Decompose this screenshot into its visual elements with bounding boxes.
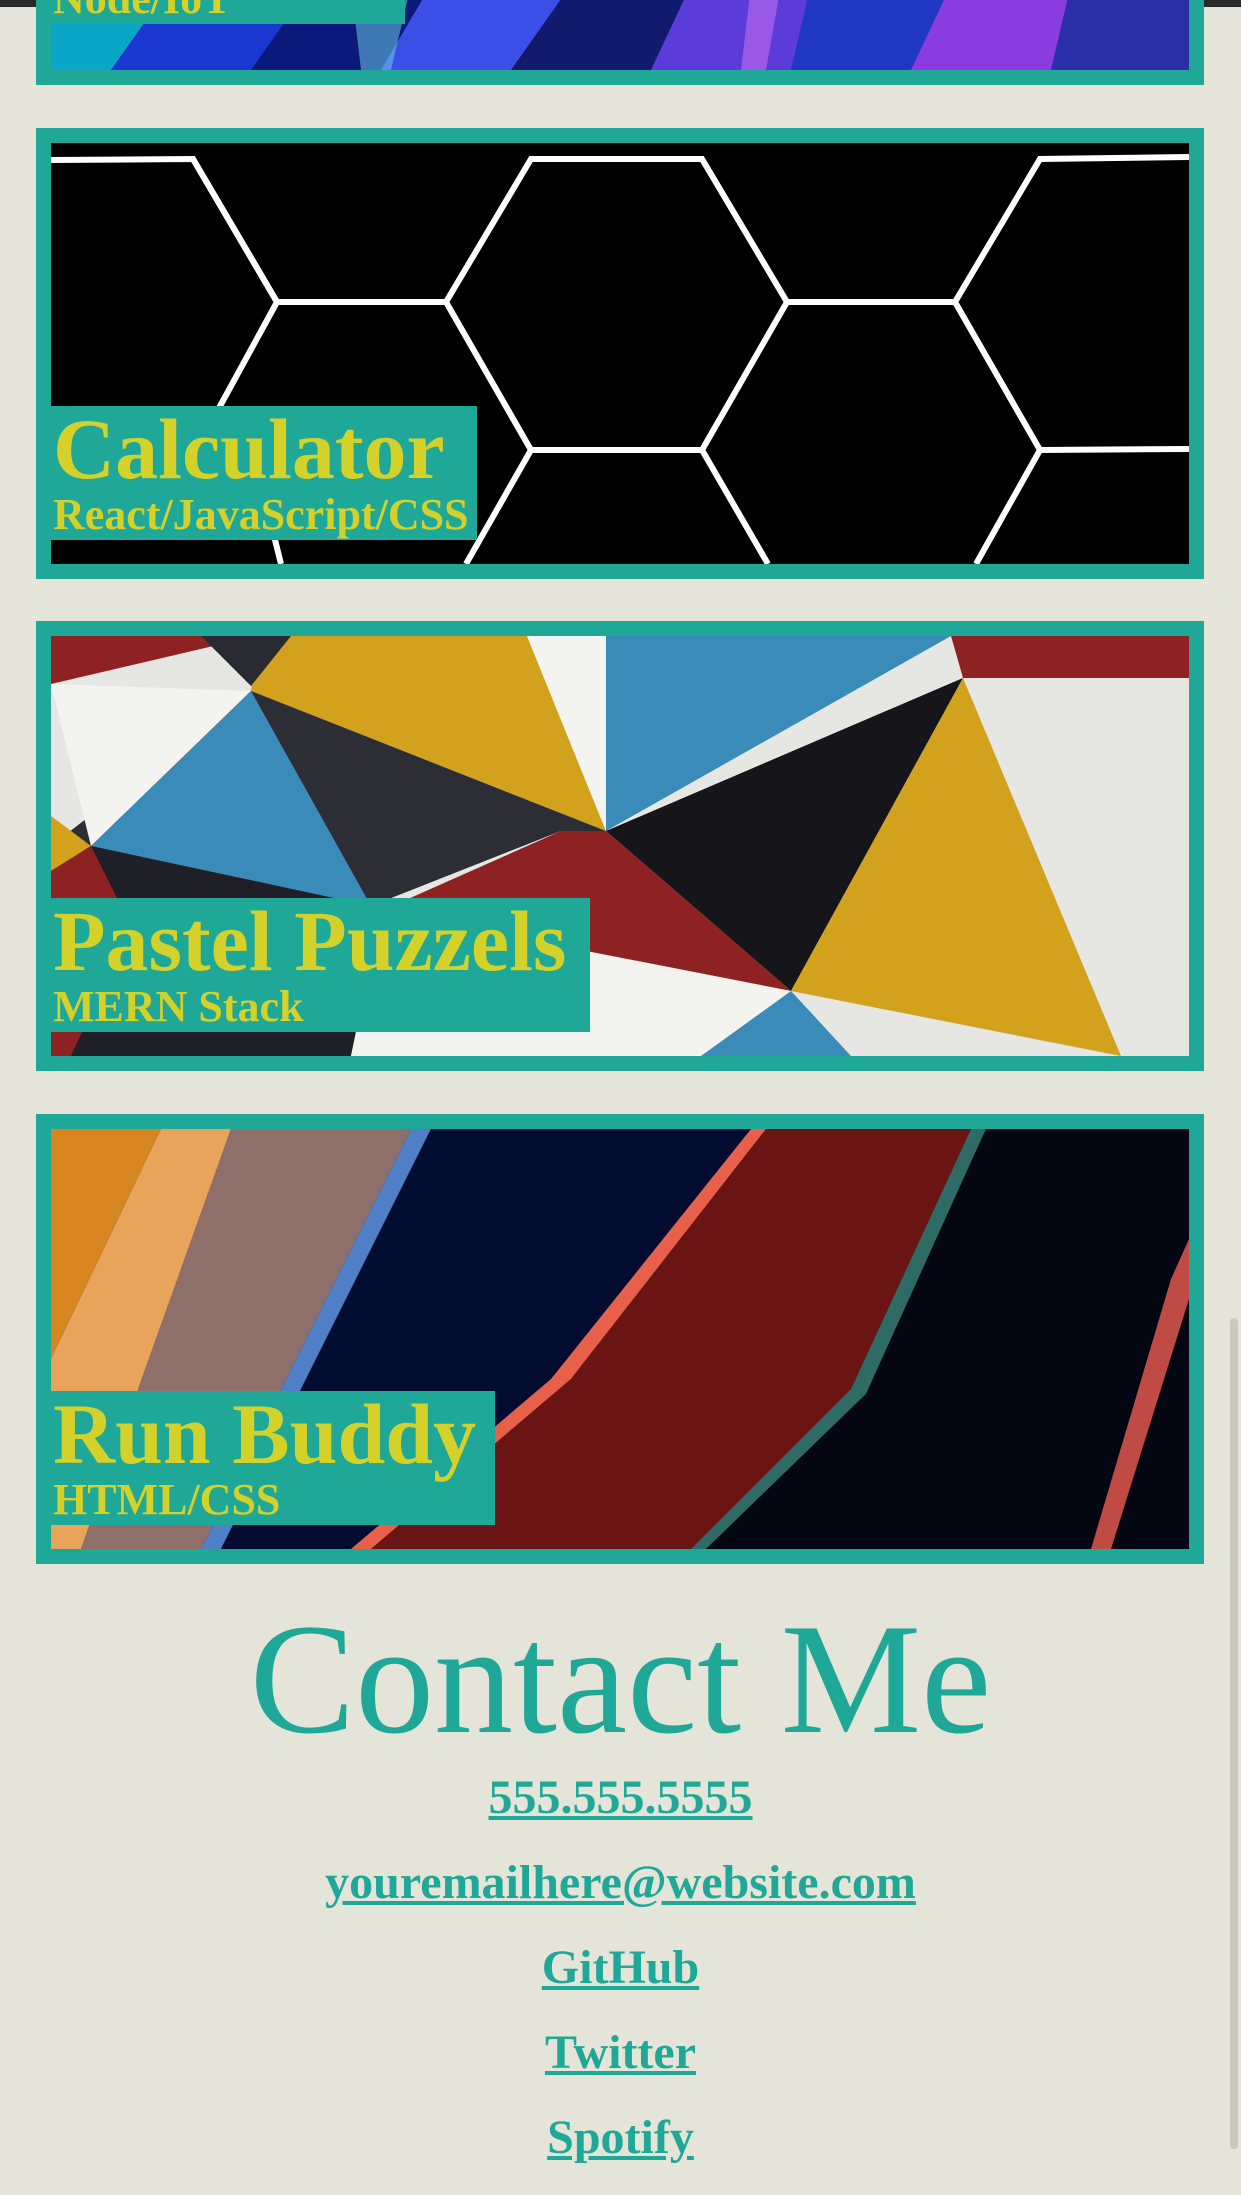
github-link[interactable]: GitHub (0, 1940, 1241, 1996)
project-caption: Node/IoT (51, 0, 405, 24)
project-stack: HTML/CSS (53, 1475, 281, 1524)
project-stack: MERN Stack (53, 982, 304, 1031)
contact-section: Contact Me 555.555.5555 youremailhere@we… (0, 1590, 1241, 2195)
project-title: Calculator (53, 401, 445, 497)
contact-heading: Contact Me (249, 1592, 992, 1767)
email-link[interactable]: youremailhere@website.com (0, 1855, 1241, 1911)
project-caption: Run Buddy HTML/CSS (51, 1391, 495, 1525)
project-stack: Node/IoT (53, 0, 405, 22)
project-card-calculator[interactable]: Calculator React/JavaScript/CSS (36, 128, 1204, 579)
project-card-run-buddy[interactable]: Run Buddy HTML/CSS (36, 1114, 1204, 1564)
twitter-link[interactable]: Twitter (0, 2025, 1241, 2081)
scrollbar-thumb[interactable] (1230, 1318, 1238, 2149)
project-card-nodeiot[interactable]: Node/IoT (36, 0, 1204, 85)
phone-link[interactable]: 555.555.5555 (0, 1770, 1241, 1826)
project-card-pastel-puzzels[interactable]: Pastel Puzzels MERN Stack (36, 621, 1204, 1071)
project-caption: Pastel Puzzels MERN Stack (51, 898, 590, 1032)
spotify-link[interactable]: Spotify (0, 2110, 1241, 2166)
project-caption: Calculator React/JavaScript/CSS (51, 406, 477, 540)
project-stack: React/JavaScript/CSS (53, 490, 469, 539)
project-title: Run Buddy (53, 1386, 477, 1482)
project-title: Pastel Puzzels (53, 893, 567, 989)
